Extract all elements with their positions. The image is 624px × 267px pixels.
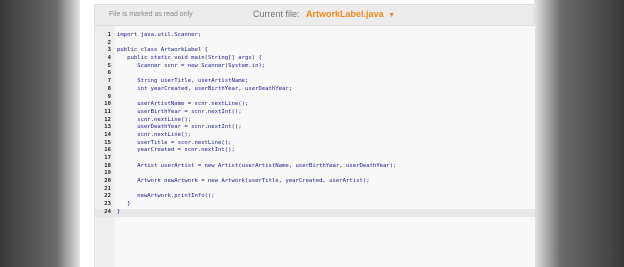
current-file-selector[interactable]: Current file: ArtworkLabel.java ▼: [253, 9, 395, 19]
line-number: 18: [104, 162, 111, 169]
code-line[interactable]: 24}: [95, 208, 535, 217]
line-number: 10: [104, 101, 111, 108]
code-line[interactable]: 3 public class ArtworkLabel {: [95, 47, 535, 55]
code-line[interactable]: 5 Scanner scnr = new Scanner(System.in);: [95, 63, 535, 71]
editor-toolbar: File is marked as read only Current file…: [94, 4, 534, 26]
line-number: 16: [104, 147, 111, 154]
code-line[interactable]: 19: [95, 170, 535, 178]
line-number: 2: [107, 39, 111, 46]
line-number: 20: [104, 178, 111, 185]
line-number: 3: [107, 47, 111, 54]
code-line[interactable]: 4 public static void main(String[] args)…: [95, 55, 535, 63]
code-text[interactable]: userArtistName = scnr.nextLine();: [117, 101, 248, 109]
line-number: 5: [107, 62, 111, 69]
chevron-down-icon[interactable]: ▼: [388, 12, 395, 19]
code-line[interactable]: 11 userBirthYear = scnr.nextInt();: [95, 109, 535, 117]
code-line[interactable]: 21: [95, 186, 535, 194]
line-number: 7: [107, 78, 111, 85]
line-number: 6: [107, 70, 111, 77]
code-line[interactable]: 13 userDeathYear = scnr.nextInt();: [95, 124, 535, 132]
current-file-label: Current file:: [253, 9, 300, 19]
code-line[interactable]: 2: [95, 40, 535, 48]
line-number: 19: [104, 170, 111, 177]
line-number: 23: [104, 201, 111, 208]
line-number: 8: [107, 85, 111, 92]
code-line[interactable]: 8 int yearCreated, userBirthYear, userDe…: [95, 86, 535, 94]
line-number: 4: [107, 55, 111, 62]
code-line[interactable]: 20 Artwork newArtwork = new Artwork(user…: [95, 178, 535, 186]
code-text[interactable]: newArtwork.printInfo();: [117, 193, 214, 201]
right-backdrop: [534, 0, 624, 267]
code-text[interactable]: userTitle = scnr.nextLine();: [117, 140, 231, 148]
current-file-name[interactable]: ArtworkLabel.java: [306, 9, 384, 19]
code-line[interactable]: 6: [95, 70, 535, 78]
code-text[interactable]: Artwork newArtwork = new Artwork(userTit…: [117, 178, 369, 186]
line-number: 17: [104, 155, 111, 161]
line-number: 12: [104, 116, 111, 123]
line-number: 24: [104, 208, 111, 215]
code-text[interactable]: import java.util.Scanner;: [117, 32, 201, 40]
code-line[interactable]: 22 newArtwork.printInfo();: [95, 193, 535, 201]
code-text[interactable]: yearCreated = scnr.nextInt();: [117, 147, 235, 155]
code-text[interactable]: userBirthYear = scnr.nextInt();: [117, 109, 241, 117]
code-line[interactable]: 14 scnr.nextLine();: [95, 132, 535, 140]
code-line[interactable]: 12 scnr.nextLine();: [95, 117, 535, 125]
code-lines[interactable]: 1 import java.util.Scanner; 2 3 public class…: [95, 32, 535, 217]
code-line[interactable]: 15 userTitle = scnr.nextLine();: [95, 140, 535, 148]
code-panel: File is marked as read only Current file…: [80, 0, 535, 267]
code-text[interactable]: userDeathYear = scnr.nextInt();: [117, 124, 241, 132]
line-number: 9: [107, 93, 111, 100]
code-line[interactable]: 1 import java.util.Scanner;: [95, 32, 535, 40]
line-number: 21: [104, 185, 111, 192]
readonly-notice: File is marked as read only: [109, 11, 193, 18]
line-number: 14: [104, 131, 111, 138]
line-number: 22: [104, 193, 111, 200]
code-text[interactable]: Scanner scnr = new Scanner(System.in);: [117, 63, 265, 71]
code-text[interactable]: String userTitle, userArtistName;: [117, 78, 248, 86]
code-line[interactable]: 18 Artist userArtist = new Artist(userAr…: [95, 163, 535, 171]
code-line[interactable]: 7 String userTitle, userArtistName;: [95, 78, 535, 86]
code-text[interactable]: scnr.nextLine();: [117, 117, 191, 125]
code-text[interactable]: Artist userArtist = new Artist(userArtis…: [117, 163, 396, 171]
code-line[interactable]: 10 userArtistName = scnr.nextLine();: [95, 101, 535, 109]
code-text[interactable]: }: [117, 201, 130, 209]
code-line[interactable]: 17: [95, 155, 535, 163]
code-line[interactable]: 16 yearCreated = scnr.nextInt();: [95, 147, 535, 155]
code-text[interactable]: public static void main(String[] args) {: [117, 55, 262, 63]
line-number: 15: [104, 139, 111, 146]
code-text[interactable]: public class ArtworkLabel {: [117, 47, 208, 55]
code-line[interactable]: 9: [95, 94, 535, 102]
code-text[interactable]: }: [117, 209, 120, 217]
code-text[interactable]: int yearCreated, userBirthYear, userDeat…: [117, 86, 292, 94]
left-backdrop: [0, 0, 80, 267]
code-editor[interactable]: 1 import java.util.Scanner; 2 3 public class…: [94, 26, 535, 267]
code-text[interactable]: scnr.nextLine();: [117, 132, 191, 140]
code-line[interactable]: 23 }: [95, 201, 535, 209]
line-number: 11: [104, 108, 111, 115]
line-number: 13: [104, 124, 111, 131]
line-number: 1: [107, 32, 111, 38]
